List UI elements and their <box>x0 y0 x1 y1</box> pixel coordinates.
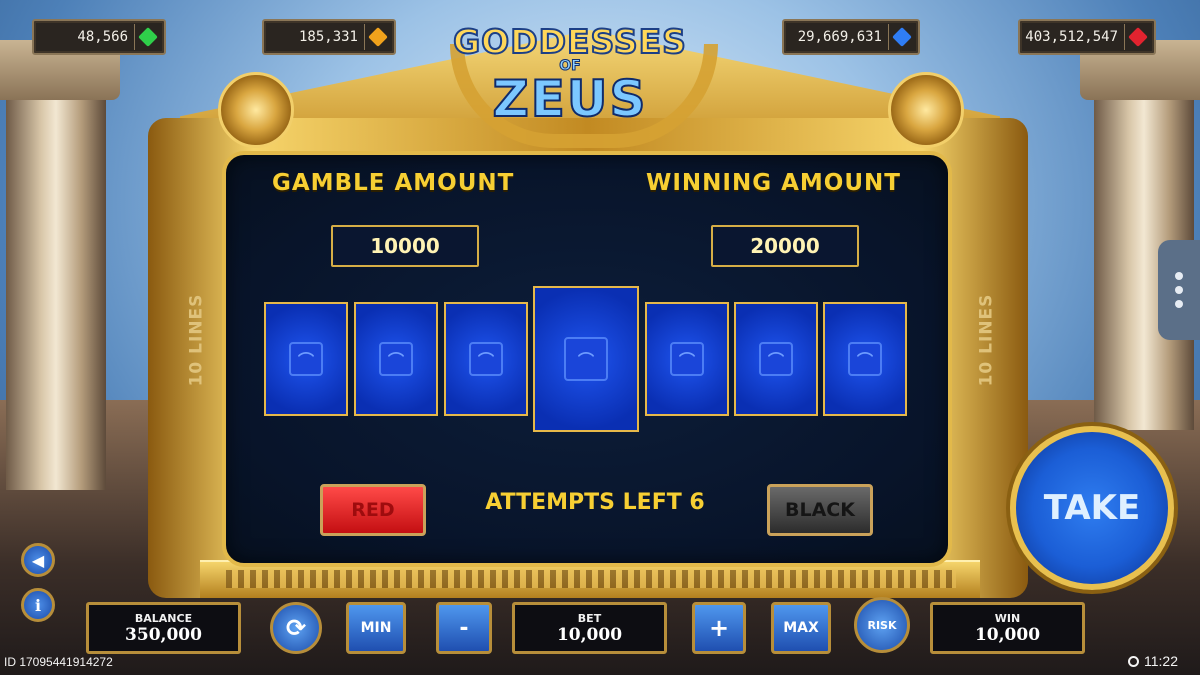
speaker-icon: ◀ <box>31 550 45 570</box>
card-emblem-icon: ⌒ <box>848 342 882 376</box>
card-emblem-icon: ⌒ <box>379 342 413 376</box>
gamble-amount-label: GAMBLE AMOUNT <box>272 170 515 196</box>
balance-box: BALANCE 350,000 <box>86 602 241 654</box>
winning-amount-label: WINNING AMOUNT <box>646 170 901 196</box>
attempts-left-text: ATTEMPTS LEFT 6 <box>485 490 705 515</box>
menu-dot-icon <box>1175 286 1183 294</box>
resource-value: 29,669,631 <box>797 29 882 45</box>
increase-bet-button[interactable]: + <box>692 602 746 654</box>
card-back: ⌒ <box>264 302 348 416</box>
clock-icon <box>1128 655 1139 667</box>
green-gem-icon <box>134 24 161 50</box>
red-gem-icon <box>1124 24 1151 50</box>
min-bet-button[interactable]: MIN <box>346 602 406 654</box>
win-value: 10,000 <box>974 624 1041 645</box>
autoplay-button[interactable]: ⟳ <box>270 602 322 654</box>
resource-bar-red: 403,512,547 <box>1018 19 1156 55</box>
bet-box: BET 10,000 <box>512 602 667 654</box>
win-box: WIN 10,000 <box>930 602 1085 654</box>
card-back: ⌒ <box>823 302 907 416</box>
bet-value: 10,000 <box>556 624 623 645</box>
red-button[interactable]: RED <box>320 484 426 536</box>
clock: 11:22 <box>1128 653 1178 669</box>
side-menu-handle[interactable] <box>1158 240 1200 340</box>
game-logo: GODDESSES OF ZEUS <box>440 4 718 148</box>
card-back: ⌒ <box>645 302 729 416</box>
card-emblem-icon: ⌒ <box>670 342 704 376</box>
card-back-dealer: ⌒ <box>533 286 639 432</box>
left-scroll-ornament <box>218 72 294 148</box>
info-button[interactable]: i <box>21 588 55 622</box>
session-id: ID 17095441914272 <box>4 655 113 669</box>
logo-line-1: GODDESSES <box>452 21 687 62</box>
risk-button[interactable]: RISK <box>854 597 910 653</box>
card-emblem-icon: ⌒ <box>564 337 608 381</box>
greek-key-pattern <box>226 570 956 588</box>
blue-gem-icon <box>888 24 915 50</box>
orange-gem-icon <box>364 24 391 50</box>
take-button[interactable]: TAKE <box>1010 426 1174 590</box>
refresh-icon: ⟳ <box>285 614 307 642</box>
win-label: WIN <box>994 611 1021 625</box>
balance-value: 350,000 <box>125 624 202 645</box>
max-bet-button[interactable]: MAX <box>771 602 831 654</box>
card-back: ⌒ <box>734 302 818 416</box>
gamble-amount-value: 10000 <box>331 225 479 267</box>
resource-value: 403,512,547 <box>1025 29 1118 45</box>
menu-dot-icon <box>1175 272 1183 280</box>
card-emblem-icon: ⌒ <box>289 342 323 376</box>
winning-amount-value: 20000 <box>711 225 859 267</box>
card-back: ⌒ <box>354 302 438 416</box>
resource-bar-green: 48,566 <box>32 19 166 55</box>
card-back: ⌒ <box>444 302 528 416</box>
logo-line-3: ZEUS <box>491 69 648 129</box>
card-emblem-icon: ⌒ <box>469 342 503 376</box>
black-button[interactable]: BLACK <box>767 484 873 536</box>
balance-label: BALANCE <box>134 611 193 625</box>
menu-dot-icon <box>1175 300 1183 308</box>
resource-bar-blue: 29,669,631 <box>782 19 920 55</box>
resource-value: 48,566 <box>77 29 128 45</box>
right-scroll-ornament <box>888 72 964 148</box>
clock-time: 11:22 <box>1144 653 1178 669</box>
lines-label-right: 10 LINES <box>976 293 997 387</box>
info-icon: i <box>34 595 42 615</box>
card-emblem-icon: ⌒ <box>759 342 793 376</box>
resource-bar-orange: 185,331 <box>262 19 396 55</box>
bet-label: BET <box>577 611 602 625</box>
left-column <box>6 90 106 490</box>
sound-button[interactable]: ◀ <box>21 543 55 577</box>
lines-label-left: 10 LINES <box>186 293 207 387</box>
resource-value: 185,331 <box>298 29 358 45</box>
decrease-bet-button[interactable]: - <box>436 602 492 654</box>
